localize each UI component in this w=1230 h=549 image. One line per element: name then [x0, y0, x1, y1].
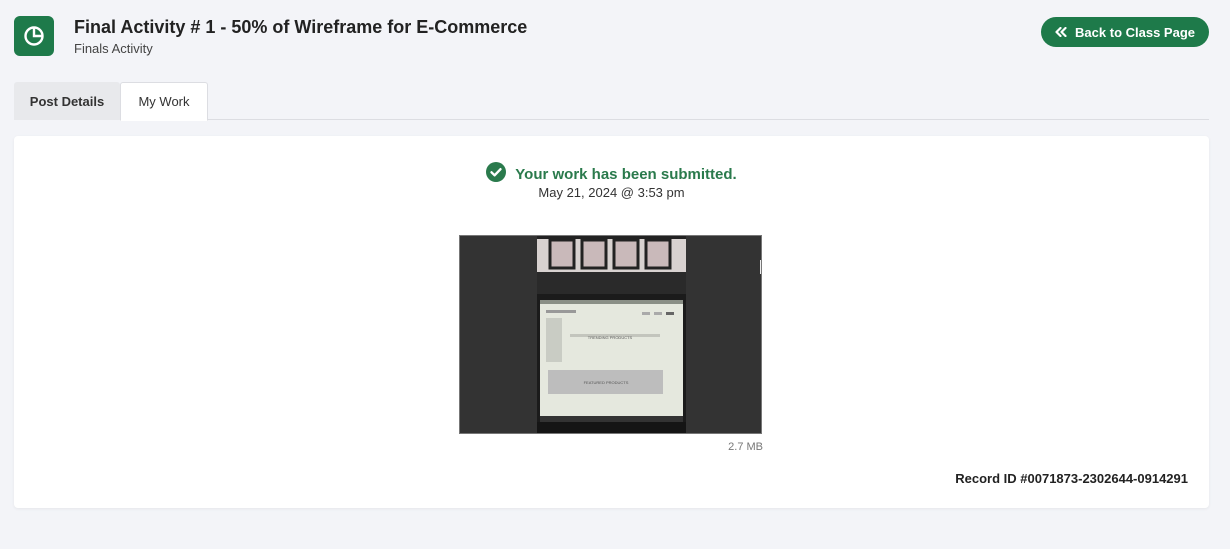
tab-post-details[interactable]: Post Details [14, 82, 120, 120]
check-circle-icon [486, 162, 507, 187]
attachment-photo: TRENDING PRODUCTS FEATURED PRODUCTS [460, 236, 761, 433]
tab-bar: Post Details My Work [14, 82, 1209, 121]
svg-text:TRENDING PRODUCTS: TRENDING PRODUCTS [588, 335, 633, 340]
tab-my-work[interactable]: My Work [120, 82, 208, 121]
pie-chart-icon [14, 16, 54, 56]
submission-timestamp: May 21, 2024 @ 3:53 pm [538, 185, 685, 200]
double-chevron-left-icon [1055, 25, 1067, 40]
attachment-preview[interactable]: TRENDING PRODUCTS FEATURED PRODUCTS [459, 235, 762, 434]
title-block: Final Activity # 1 - 50% of Wireframe fo… [74, 16, 527, 56]
back-button-label: Back to Class Page [1075, 24, 1195, 40]
page-subtitle: Finals Activity [74, 41, 153, 56]
status-text: Your work has been submitted. [515, 166, 737, 183]
submission-card: Your work has been submitted. May 21, 20… [14, 136, 1209, 508]
attachment-size: 2.7 MB [728, 441, 763, 453]
svg-text:FEATURED PRODUCTS: FEATURED PRODUCTS [584, 380, 629, 385]
page-header: Final Activity # 1 - 50% of Wireframe fo… [14, 16, 1209, 58]
record-id: Record ID #0071873-2302644-0914291 [955, 471, 1188, 486]
submission-status: Your work has been submitted. [14, 162, 1209, 187]
back-to-class-button[interactable]: Back to Class Page [1041, 17, 1209, 47]
page-title: Final Activity # 1 - 50% of Wireframe fo… [74, 17, 528, 37]
